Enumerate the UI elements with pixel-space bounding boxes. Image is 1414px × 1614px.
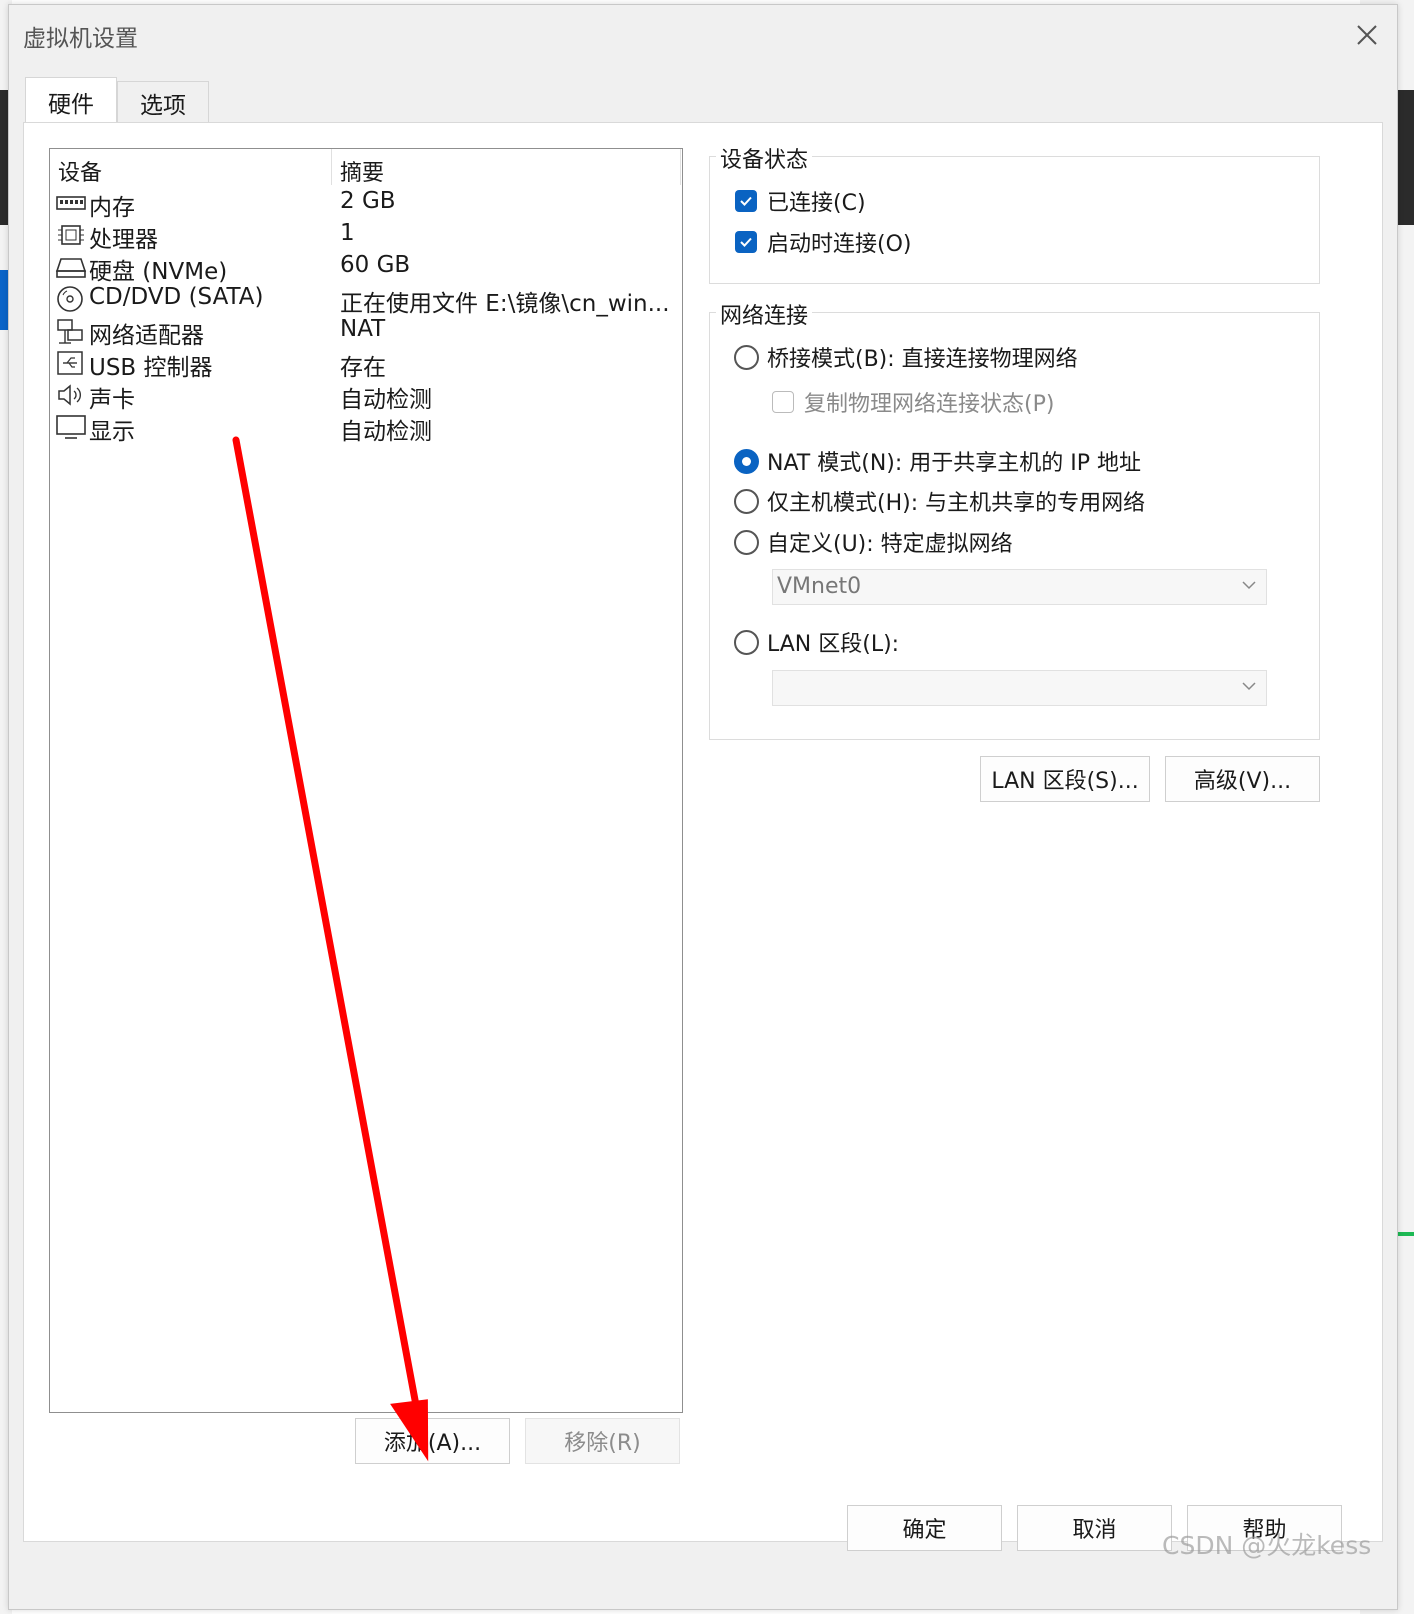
display-icon (56, 415, 86, 439)
tab-options[interactable]: 选项 (117, 81, 209, 123)
device-summary: 2 GB (340, 188, 396, 214)
radio-unselected-icon (734, 529, 759, 555)
hard-disk-icon (55, 258, 87, 278)
cancel-button[interactable]: 取消 (1017, 1505, 1172, 1551)
custom-label: 自定义(U): 特定虚拟网络 (767, 532, 1013, 557)
column-header-device[interactable]: 设备 (58, 155, 102, 187)
device-row-memory[interactable]: 内存 2 GB (50, 187, 682, 221)
checkbox-checked-icon (735, 190, 757, 212)
device-status-title: 设备状态 (716, 142, 813, 174)
device-summary: 自动检测 (340, 419, 432, 445)
device-row-hard-disk[interactable]: 硬盘 (NVMe) 60 GB (50, 251, 682, 285)
watermark: CSDN @火龙kess (1162, 1531, 1372, 1560)
lan-segment-radio[interactable]: LAN 区段(L): (734, 626, 899, 658)
device-row-network-adapter[interactable]: 网络适配器 NAT (50, 315, 682, 349)
cd-dvd-icon (57, 286, 83, 312)
usb-icon (57, 351, 83, 375)
connect-on-start-checkbox[interactable]: 启动时连接(O) (735, 226, 911, 258)
lan-segment-label: LAN 区段(L): (767, 632, 900, 657)
custom-radio[interactable]: 自定义(U): 特定虚拟网络 (734, 526, 1013, 558)
device-row-usb[interactable]: USB 控制器 存在 (50, 347, 682, 381)
column-separator (680, 149, 681, 185)
replicate-state-label: 复制物理网络连接状态(P) (804, 392, 1055, 417)
device-summary: 存在 (340, 355, 386, 381)
device-row-sound-card[interactable]: 声卡 自动检测 (50, 379, 682, 413)
device-status-group: 设备状态 已连接(C) 启动时连接(O) (709, 142, 1320, 284)
nat-label: NAT 模式(N): 用于共享主机的 IP 地址 (767, 451, 1142, 476)
hardware-panel: 设备 摘要 内存 2 GB 处理器 1 硬盘 (NVMe) 60 GB CD/D… (23, 122, 1383, 1542)
column-header-summary[interactable]: 摘要 (340, 155, 384, 187)
device-summary: 自动检测 (340, 387, 432, 413)
device-summary: NAT (340, 316, 386, 342)
network-connection-group: 网络连接 桥接模式(B): 直接连接物理网络 复制物理网络连接状态(P) NAT… (709, 298, 1320, 740)
lan-segment-select[interactable] (772, 670, 1267, 706)
device-name: 声卡 (89, 387, 135, 413)
tab-bar: 硬件 选项 (25, 77, 209, 125)
advanced-button[interactable]: 高级(V)... (1165, 756, 1320, 802)
title-bar: 虚拟机设置 (9, 5, 1397, 63)
bridged-radio[interactable]: 桥接模式(B): 直接连接物理网络 (734, 341, 1078, 373)
host-only-radio[interactable]: 仅主机模式(H): 与主机共享的专用网络 (734, 485, 1145, 517)
network-connection-title: 网络连接 (716, 298, 813, 330)
checkbox-checked-icon (735, 231, 757, 253)
device-row-cd-dvd[interactable]: CD/DVD (SATA) 正在使用文件 E:\镜像\cn_win... (50, 283, 682, 317)
device-summary: 60 GB (340, 252, 411, 278)
radio-selected-icon (734, 448, 759, 474)
device-list[interactable]: 设备 摘要 内存 2 GB 处理器 1 硬盘 (NVMe) 60 GB CD/D… (49, 148, 683, 1413)
device-summary: 1 (340, 220, 355, 246)
radio-unselected-icon (734, 629, 759, 655)
connect-on-start-label: 启动时连接(O) (767, 232, 912, 257)
remove-device-button[interactable]: 移除(R) (525, 1418, 680, 1464)
device-list-header: 设备 摘要 (50, 149, 682, 187)
connected-checkbox[interactable]: 已连接(C) (735, 185, 866, 217)
network-adapter-icon (57, 319, 83, 344)
ok-button[interactable]: 确定 (847, 1505, 1002, 1551)
radio-unselected-icon (734, 488, 759, 514)
radio-unselected-icon (734, 344, 759, 370)
close-icon (1357, 25, 1377, 45)
dialog-title: 虚拟机设置 (23, 26, 138, 52)
device-row-display[interactable]: 显示 自动检测 (50, 411, 682, 445)
sound-card-icon (58, 384, 81, 406)
device-name: 硬盘 (NVMe) (89, 259, 228, 285)
memory-icon (56, 196, 86, 210)
device-summary: 正在使用文件 E:\镜像\cn_win... (340, 291, 670, 317)
add-device-button[interactable]: 添加(A)... (355, 1418, 510, 1464)
processor-icon (58, 225, 84, 245)
device-name: 网络适配器 (89, 323, 204, 349)
custom-network-value: VMnet0 (777, 574, 862, 599)
device-name: 处理器 (89, 227, 158, 253)
replicate-state-checkbox[interactable]: 复制物理网络连接状态(P) (772, 386, 1054, 418)
nat-radio[interactable]: NAT 模式(N): 用于共享主机的 IP 地址 (734, 445, 1141, 477)
device-name: USB 控制器 (89, 355, 213, 381)
device-name: 内存 (89, 195, 135, 221)
host-only-label: 仅主机模式(H): 与主机共享的专用网络 (767, 491, 1146, 516)
device-name: 显示 (89, 419, 135, 445)
vm-settings-dialog: 虚拟机设置 硬件 选项 设备 摘要 内存 2 GB 处理器 1 硬盘 (NVMe… (8, 4, 1398, 1610)
lan-segments-button[interactable]: LAN 区段(S)... (980, 756, 1150, 802)
checkbox-unchecked-icon (772, 391, 794, 413)
bridged-label: 桥接模式(B): 直接连接物理网络 (767, 347, 1078, 372)
chevron-down-icon (1242, 581, 1256, 590)
tab-hardware[interactable]: 硬件 (25, 77, 117, 125)
device-row-processor[interactable]: 处理器 1 (50, 219, 682, 253)
custom-network-select[interactable]: VMnet0 (772, 569, 1267, 605)
device-name: CD/DVD (SATA) (89, 284, 264, 310)
close-button[interactable] (1347, 15, 1387, 55)
chevron-down-icon (1242, 682, 1256, 691)
connected-label: 已连接(C) (767, 191, 866, 216)
column-separator (331, 149, 332, 185)
